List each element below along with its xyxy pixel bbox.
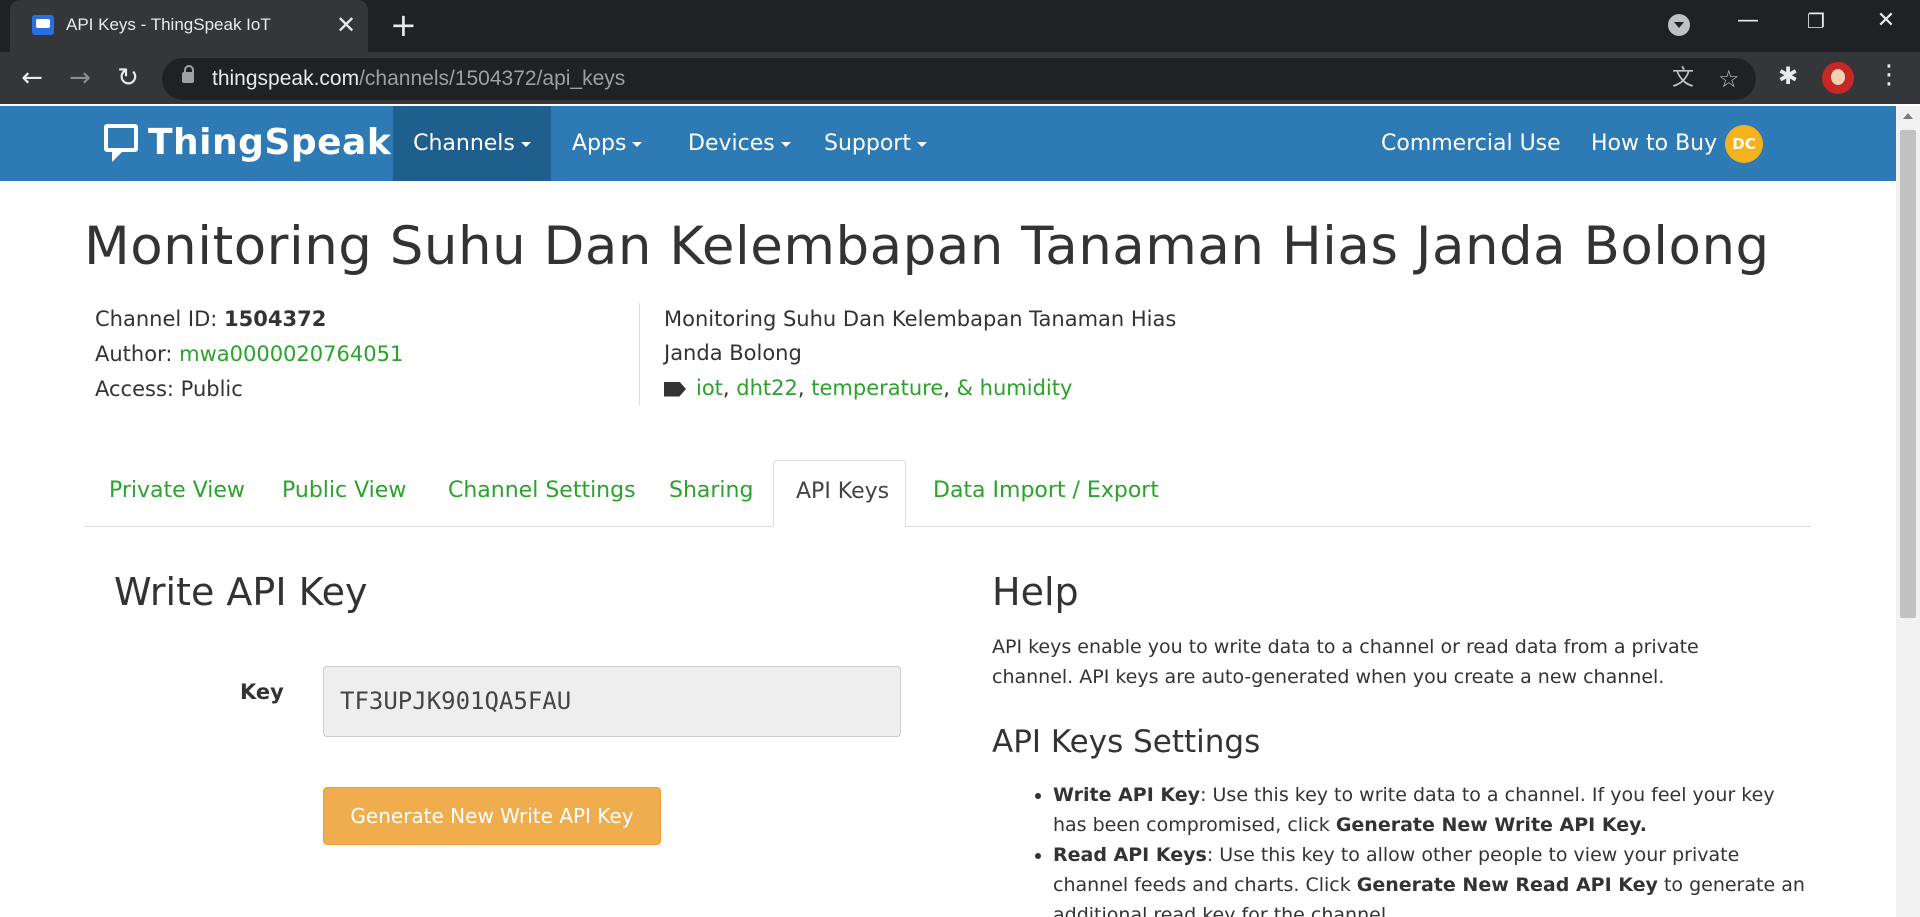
description-line-2: Janda Bolong xyxy=(664,341,802,365)
nav-apps-label: Apps xyxy=(572,131,627,156)
back-button[interactable]: ← xyxy=(14,62,50,94)
tab-channel-settings[interactable]: Channel Settings xyxy=(448,460,636,526)
url-host: thingspeak.com xyxy=(212,67,360,90)
tag-link[interactable]: temperature xyxy=(811,376,943,400)
settings-item-write-key: Write API Key: Use this key to write dat… xyxy=(1053,780,1813,840)
extensions-icon[interactable]: ✱ xyxy=(1778,62,1798,90)
tab-api-keys[interactable]: API Keys xyxy=(773,460,906,527)
tag-link[interactable]: dht22 xyxy=(736,376,798,400)
url-path: /channels/1504372/api_keys xyxy=(359,67,626,90)
tab-search-icon[interactable] xyxy=(1668,14,1690,36)
api-keys-settings-list: Write API Key: Use this key to write dat… xyxy=(1015,780,1813,917)
close-window-button[interactable]: ✕ xyxy=(1866,6,1906,36)
scrollbar-thumb[interactable] xyxy=(1900,130,1916,618)
access-label: Access: xyxy=(95,377,174,401)
user-avatar[interactable]: DC xyxy=(1725,125,1763,163)
settings-term: Write API Key xyxy=(1053,784,1201,806)
caret-down-icon xyxy=(916,141,927,147)
settings-action: Generate New Read API Key xyxy=(1356,874,1658,896)
channel-title: Monitoring Suhu Dan Kelembapan Tanaman H… xyxy=(84,216,1770,277)
channel-meta: Channel ID: 1504372 Author: mwa000002076… xyxy=(95,302,403,407)
nav-devices-label: Devices xyxy=(688,131,775,156)
nav-how-to-buy[interactable]: How to Buy xyxy=(1591,106,1717,181)
description-line-1: Monitoring Suhu Dan Kelembapan Tanaman H… xyxy=(664,307,1177,331)
access-value: Public xyxy=(180,377,243,401)
reload-button[interactable]: ↻ xyxy=(110,62,146,94)
meta-divider xyxy=(639,303,640,405)
nav-apps[interactable]: Apps xyxy=(572,106,643,181)
api-keys-settings-heading: API Keys Settings xyxy=(992,724,1261,760)
browser-toolbar: ← → ↻ thingspeak.com/channels/1504372/ap… xyxy=(0,52,1920,104)
tags-line: iot, dht22, temperature, & humidity xyxy=(664,370,1176,406)
url-text[interactable]: thingspeak.com/channels/1504372/api_keys xyxy=(212,67,625,91)
brand-name: ThingSpeak™ xyxy=(148,122,428,163)
key-label: Key xyxy=(240,680,284,704)
tab-close-icon[interactable]: ✕ xyxy=(336,10,356,40)
caret-down-icon xyxy=(520,141,531,147)
caret-down-icon xyxy=(780,141,791,147)
help-heading: Help xyxy=(992,570,1079,614)
translate-icon[interactable]: 文 xyxy=(1672,66,1694,92)
browser-menu-icon[interactable]: ⋮ xyxy=(1876,58,1902,92)
channel-id-line: Channel ID: 1504372 xyxy=(95,302,403,337)
bookmark-star-icon[interactable]: ☆ xyxy=(1718,66,1740,92)
access-line: Access: Public xyxy=(95,372,403,407)
write-api-key-heading: Write API Key xyxy=(114,570,368,614)
caret-down-icon xyxy=(632,141,643,147)
help-paragraph: API keys enable you to write data to a c… xyxy=(992,636,1699,688)
profile-avatar[interactable] xyxy=(1822,62,1854,94)
write-api-key-field[interactable]: TF3UPJK901QA5FAU xyxy=(323,666,901,737)
scroll-up-arrow-icon[interactable] xyxy=(1903,113,1913,119)
tags-icon xyxy=(664,381,686,397)
author-label: Author: xyxy=(95,342,173,366)
channel-id-label: Channel ID: xyxy=(95,307,218,331)
minimize-button[interactable]: — xyxy=(1728,6,1768,36)
tabs-divider xyxy=(84,526,1811,527)
nav-devices[interactable]: Devices xyxy=(688,106,791,181)
lock-icon[interactable] xyxy=(182,65,194,83)
tab-private-view[interactable]: Private View xyxy=(109,460,245,526)
thingspeak-favicon-icon xyxy=(32,15,54,35)
tab-sharing[interactable]: Sharing xyxy=(669,460,753,526)
settings-action: Generate New Write API Key. xyxy=(1335,814,1647,836)
tab-data-import-export[interactable]: Data Import / Export xyxy=(933,460,1159,526)
restore-button[interactable]: ❐ xyxy=(1796,6,1836,36)
author-link[interactable]: mwa0000020764051 xyxy=(179,342,403,366)
browser-tab[interactable]: API Keys - ThingSpeak IoT ✕ xyxy=(10,0,368,52)
tab-public-view[interactable]: Public View xyxy=(282,460,406,526)
forward-button[interactable]: → xyxy=(62,62,98,94)
address-bar[interactable]: thingspeak.com/channels/1504372/api_keys… xyxy=(162,58,1756,100)
nav-support-label: Support xyxy=(824,131,911,156)
speech-bubble-logo-icon xyxy=(104,124,138,162)
tag-separator: , xyxy=(943,376,957,400)
nav-support[interactable]: Support xyxy=(824,106,927,181)
channel-description: Monitoring Suhu Dan Kelembapan Tanaman H… xyxy=(664,302,1176,406)
tag-separator: , xyxy=(797,376,812,400)
author-line: Author: mwa0000020764051 xyxy=(95,337,403,372)
tag-separator: , xyxy=(722,376,737,400)
browser-tab-bar: API Keys - ThingSpeak IoT ✕ + — ❐ ✕ xyxy=(0,0,1920,52)
tag-link[interactable]: iot xyxy=(696,376,723,400)
channel-id-value: 1504372 xyxy=(224,307,327,331)
new-tab-button[interactable]: + xyxy=(390,8,417,42)
page-viewport: ThingSpeak™ Channels Apps Devices Suppor… xyxy=(0,106,1896,917)
nav-channels[interactable]: Channels xyxy=(393,106,551,181)
nav-commercial-use[interactable]: Commercial Use xyxy=(1381,106,1561,181)
settings-term: Read API Keys xyxy=(1053,844,1207,866)
nav-channels-label: Channels xyxy=(413,131,515,156)
tag-link[interactable]: & humidity xyxy=(957,376,1073,400)
generate-write-api-key-button[interactable]: Generate New Write API Key xyxy=(323,787,661,845)
settings-item-read-keys: Read API Keys: Use this key to allow oth… xyxy=(1053,840,1813,917)
page-scrollbar[interactable] xyxy=(1896,106,1920,917)
tab-title: API Keys - ThingSpeak IoT xyxy=(66,15,271,34)
site-navbar: ThingSpeak™ Channels Apps Devices Suppor… xyxy=(0,106,1896,181)
